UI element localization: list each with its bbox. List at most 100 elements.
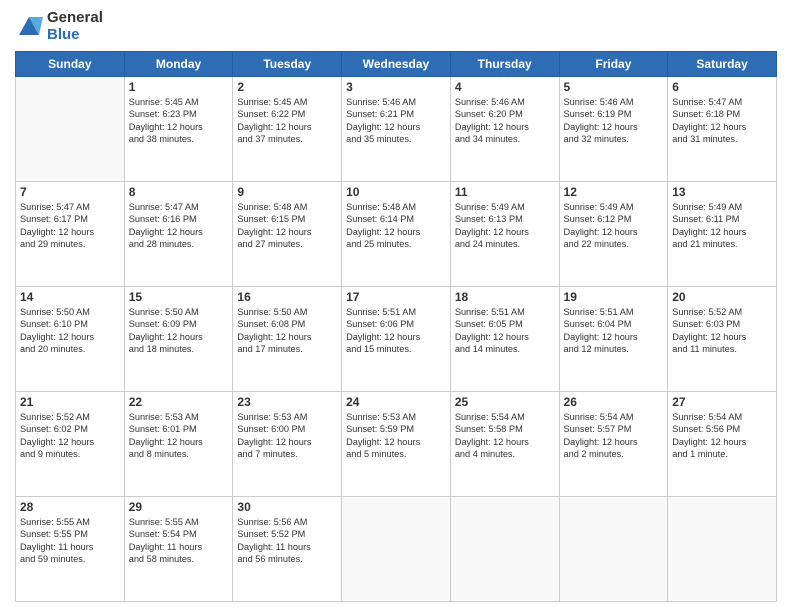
calendar-cell: 29 Sunrise: 5:55 AM Sunset: 5:54 PM Dayli… <box>124 497 233 602</box>
weekday-header: Friday <box>559 52 668 77</box>
day-number: 29 <box>129 500 229 514</box>
calendar-cell <box>342 497 451 602</box>
weekday-header: Wednesday <box>342 52 451 77</box>
calendar-cell: 11 Sunrise: 5:49 AM Sunset: 6:13 PM Dayli… <box>450 182 559 287</box>
day-number: 22 <box>129 395 229 409</box>
header: General Blue <box>15 10 777 43</box>
day-info: Sunrise: 5:47 AM Sunset: 6:16 PM Dayligh… <box>129 201 229 251</box>
logo: General Blue <box>15 10 103 43</box>
calendar-cell <box>559 497 668 602</box>
day-info: Sunrise: 5:50 AM Sunset: 6:09 PM Dayligh… <box>129 306 229 356</box>
day-number: 1 <box>129 80 229 94</box>
day-info: Sunrise: 5:50 AM Sunset: 6:10 PM Dayligh… <box>20 306 120 356</box>
day-number: 11 <box>455 185 555 199</box>
calendar-table: SundayMondayTuesdayWednesdayThursdayFrid… <box>15 51 777 602</box>
day-number: 13 <box>672 185 772 199</box>
calendar-cell <box>16 77 125 182</box>
calendar-cell: 20 Sunrise: 5:52 AM Sunset: 6:03 PM Dayli… <box>668 287 777 392</box>
day-number: 4 <box>455 80 555 94</box>
day-number: 14 <box>20 290 120 304</box>
day-number: 10 <box>346 185 446 199</box>
calendar-cell: 27Sunrise: 5:54 AM Sunset: 5:56 PM Dayli… <box>668 392 777 497</box>
day-number: 8 <box>129 185 229 199</box>
day-number: 2 <box>237 80 337 94</box>
day-info: Sunrise: 5:47 AM Sunset: 6:18 PM Dayligh… <box>672 96 772 146</box>
day-number: 6 <box>672 80 772 94</box>
calendar-cell <box>450 497 559 602</box>
calendar-cell: 7 Sunrise: 5:47 AM Sunset: 6:17 PM Daylig… <box>16 182 125 287</box>
calendar-cell: 6 Sunrise: 5:47 AM Sunset: 6:18 PM Daylig… <box>668 77 777 182</box>
calendar-cell: 23 Sunrise: 5:53 AM Sunset: 6:00 PM Dayli… <box>233 392 342 497</box>
weekday-header: Saturday <box>668 52 777 77</box>
page: General Blue SundayMondayTuesdayWednesda… <box>0 0 792 612</box>
day-number: 26 <box>564 395 664 409</box>
day-info: Sunrise: 5:51 AM Sunset: 6:05 PM Dayligh… <box>455 306 555 356</box>
day-number: 27 <box>672 395 772 409</box>
day-number: 20 <box>672 290 772 304</box>
calendar-cell: 10 Sunrise: 5:48 AM Sunset: 6:14 PM Dayli… <box>342 182 451 287</box>
calendar-cell: 19 Sunrise: 5:51 AM Sunset: 6:04 PM Dayli… <box>559 287 668 392</box>
day-info: Sunrise: 5:47 AM Sunset: 6:17 PM Dayligh… <box>20 201 120 251</box>
day-number: 19 <box>564 290 664 304</box>
day-number: 23 <box>237 395 337 409</box>
logo-text: General Blue <box>47 10 103 43</box>
calendar-cell: 3 Sunrise: 5:46 AM Sunset: 6:21 PM Daylig… <box>342 77 451 182</box>
calendar-cell: 8 Sunrise: 5:47 AM Sunset: 6:16 PM Daylig… <box>124 182 233 287</box>
day-number: 15 <box>129 290 229 304</box>
day-number: 12 <box>564 185 664 199</box>
day-info: Sunrise: 5:49 AM Sunset: 6:11 PM Dayligh… <box>672 201 772 251</box>
day-number: 17 <box>346 290 446 304</box>
day-info: Sunrise: 5:49 AM Sunset: 6:12 PM Dayligh… <box>564 201 664 251</box>
day-number: 21 <box>20 395 120 409</box>
day-info: Sunrise: 5:52 AM Sunset: 6:03 PM Dayligh… <box>672 306 772 356</box>
day-info: Sunrise: 5:48 AM Sunset: 6:15 PM Dayligh… <box>237 201 337 251</box>
weekday-header: Monday <box>124 52 233 77</box>
day-info: Sunrise: 5:48 AM Sunset: 6:14 PM Dayligh… <box>346 201 446 251</box>
day-info: Sunrise: 5:46 AM Sunset: 6:20 PM Dayligh… <box>455 96 555 146</box>
calendar-cell: 24 Sunrise: 5:53 AM Sunset: 5:59 PM Dayli… <box>342 392 451 497</box>
day-number: 16 <box>237 290 337 304</box>
day-number: 18 <box>455 290 555 304</box>
day-info: Sunrise: 5:53 AM Sunset: 5:59 PM Dayligh… <box>346 411 446 461</box>
calendar-cell: 2 Sunrise: 5:45 AM Sunset: 6:22 PM Daylig… <box>233 77 342 182</box>
day-info: Sunrise: 5:53 AM Sunset: 6:00 PM Dayligh… <box>237 411 337 461</box>
weekday-header: Thursday <box>450 52 559 77</box>
day-info: Sunrise: 5:53 AM Sunset: 6:01 PM Dayligh… <box>129 411 229 461</box>
day-info: Sunrise: 5:56 AM Sunset: 5:52 PM Dayligh… <box>237 516 337 566</box>
day-info: Sunrise: 5:50 AM Sunset: 6:08 PM Dayligh… <box>237 306 337 356</box>
day-info: Sunrise: 5:54 AM Sunset: 5:58 PM Dayligh… <box>455 411 555 461</box>
calendar-cell: 1 Sunrise: 5:45 AM Sunset: 6:23 PM Daylig… <box>124 77 233 182</box>
calendar-cell: 4 Sunrise: 5:46 AM Sunset: 6:20 PM Daylig… <box>450 77 559 182</box>
calendar-cell: 17 Sunrise: 5:51 AM Sunset: 6:06 PM Dayli… <box>342 287 451 392</box>
day-number: 30 <box>237 500 337 514</box>
day-info: Sunrise: 5:52 AM Sunset: 6:02 PM Dayligh… <box>20 411 120 461</box>
calendar-cell: 28 Sunrise: 5:55 AM Sunset: 5:55 PM Dayli… <box>16 497 125 602</box>
day-number: 28 <box>20 500 120 514</box>
day-number: 7 <box>20 185 120 199</box>
day-number: 9 <box>237 185 337 199</box>
calendar-cell: 16 Sunrise: 5:50 AM Sunset: 6:08 PM Dayli… <box>233 287 342 392</box>
day-info: Sunrise: 5:45 AM Sunset: 6:22 PM Dayligh… <box>237 96 337 146</box>
calendar-cell <box>668 497 777 602</box>
day-info: Sunrise: 5:54 AM Sunset: 5:57 PM Dayligh… <box>564 411 664 461</box>
day-info: Sunrise: 5:55 AM Sunset: 5:55 PM Dayligh… <box>20 516 120 566</box>
calendar-cell: 5Sunrise: 5:46 AM Sunset: 6:19 PM Daylig… <box>559 77 668 182</box>
calendar-cell: 13 Sunrise: 5:49 AM Sunset: 6:11 PM Dayli… <box>668 182 777 287</box>
day-number: 25 <box>455 395 555 409</box>
calendar-cell: 14 Sunrise: 5:50 AM Sunset: 6:10 PM Dayli… <box>16 287 125 392</box>
day-info: Sunrise: 5:49 AM Sunset: 6:13 PM Dayligh… <box>455 201 555 251</box>
calendar-cell: 30 Sunrise: 5:56 AM Sunset: 5:52 PM Dayli… <box>233 497 342 602</box>
calendar-cell: 26 Sunrise: 5:54 AM Sunset: 5:57 PM Dayli… <box>559 392 668 497</box>
weekday-header: Tuesday <box>233 52 342 77</box>
day-info: Sunrise: 5:51 AM Sunset: 6:04 PM Dayligh… <box>564 306 664 356</box>
day-info: Sunrise: 5:51 AM Sunset: 6:06 PM Dayligh… <box>346 306 446 356</box>
day-info: Sunrise: 5:45 AM Sunset: 6:23 PM Dayligh… <box>129 96 229 146</box>
day-number: 5 <box>564 80 664 94</box>
weekday-header: Sunday <box>16 52 125 77</box>
day-info: Sunrise: 5:55 AM Sunset: 5:54 PM Dayligh… <box>129 516 229 566</box>
calendar-cell: 22 Sunrise: 5:53 AM Sunset: 6:01 PM Dayli… <box>124 392 233 497</box>
day-info: Sunrise: 5:46 AM Sunset: 6:21 PM Dayligh… <box>346 96 446 146</box>
day-number: 24 <box>346 395 446 409</box>
day-number: 3 <box>346 80 446 94</box>
calendar-cell: 25 Sunrise: 5:54 AM Sunset: 5:58 PM Dayli… <box>450 392 559 497</box>
